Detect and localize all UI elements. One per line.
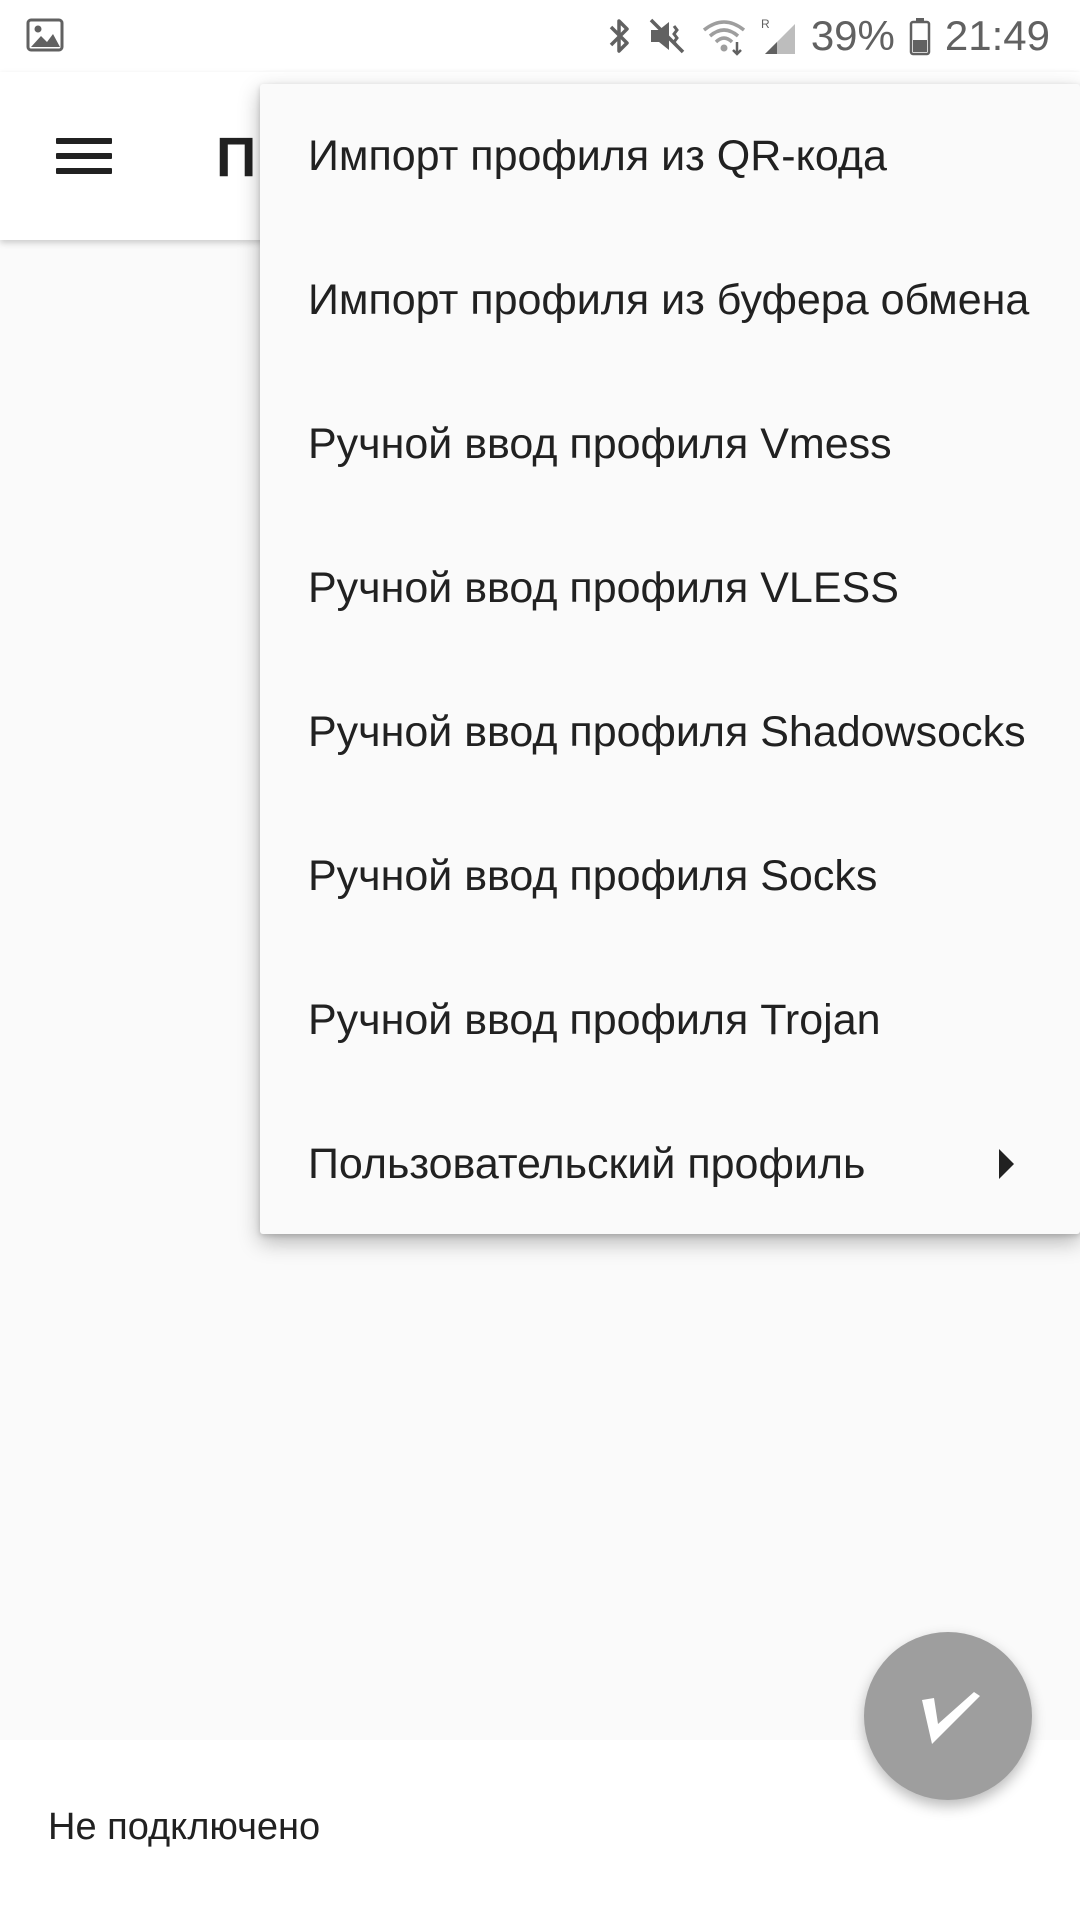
menu-item-manual-vmess[interactable]: Ручной ввод профиля Vmess [260,372,1080,516]
battery-percent: 39% [810,12,895,59]
menu-item-manual-shadowsocks[interactable]: Ручной ввод профиля Shadowsocks [260,660,1080,804]
status-icons: R 39% 21:49 [607,10,1050,62]
connect-fab-button[interactable] [864,1632,1032,1800]
menu-item-manual-trojan[interactable]: Ручной ввод профиля Trojan [260,948,1080,1092]
battery-icon [909,16,931,56]
menu-item-custom-profile[interactable]: Пользовательский профиль [260,1092,1080,1236]
menu-item-label: Импорт профиля из буфера обмена [308,275,1030,324]
hamburger-menu-icon[interactable] [44,126,124,186]
hamburger-line [56,168,112,174]
page-title: П [216,125,257,188]
v-logo-icon [922,1692,980,1744]
menu-item-import-qr[interactable]: Импорт профиля из QR-кода [260,84,1080,228]
menu-item-label: Ручной ввод профиля Vmess [308,419,892,468]
menu-item-manual-socks[interactable]: Ручной ввод профиля Socks [260,804,1080,948]
hamburger-line [56,138,112,144]
menu-item-label: Пользовательский профиль [308,1139,866,1188]
svg-text:R: R [761,17,770,31]
bluetooth-icon [607,16,633,56]
menu-item-label: Ручной ввод профиля Socks [308,851,878,900]
wifi-icon [701,16,747,56]
menu-item-manual-vless[interactable]: Ручной ввод профиля VLESS [260,516,1080,660]
menu-item-import-clipboard[interactable]: Импорт профиля из буфера обмена [260,228,1080,372]
menu-item-label: Ручной ввод профиля VLESS [308,563,899,612]
connection-status-text: Не подключено [48,1806,321,1848]
menu-item-label: Ручной ввод профиля Trojan [308,995,881,1044]
add-profile-popup-menu: Импорт профиля из QR-кода Импорт профиля… [260,84,1080,1234]
menu-item-label: Импорт профиля из QR-кода [308,131,887,180]
image-icon [26,18,66,54]
vibrate-mute-icon [647,16,687,56]
menu-item-label: Ручной ввод профиля Shadowsocks [308,707,1026,756]
clock: 21:49 [944,12,1050,59]
submenu-arrow-icon [999,1149,1014,1179]
signal-icon: R [761,16,797,56]
status-bar: R 39% 21:49 [0,0,1080,72]
hamburger-line [56,153,112,159]
